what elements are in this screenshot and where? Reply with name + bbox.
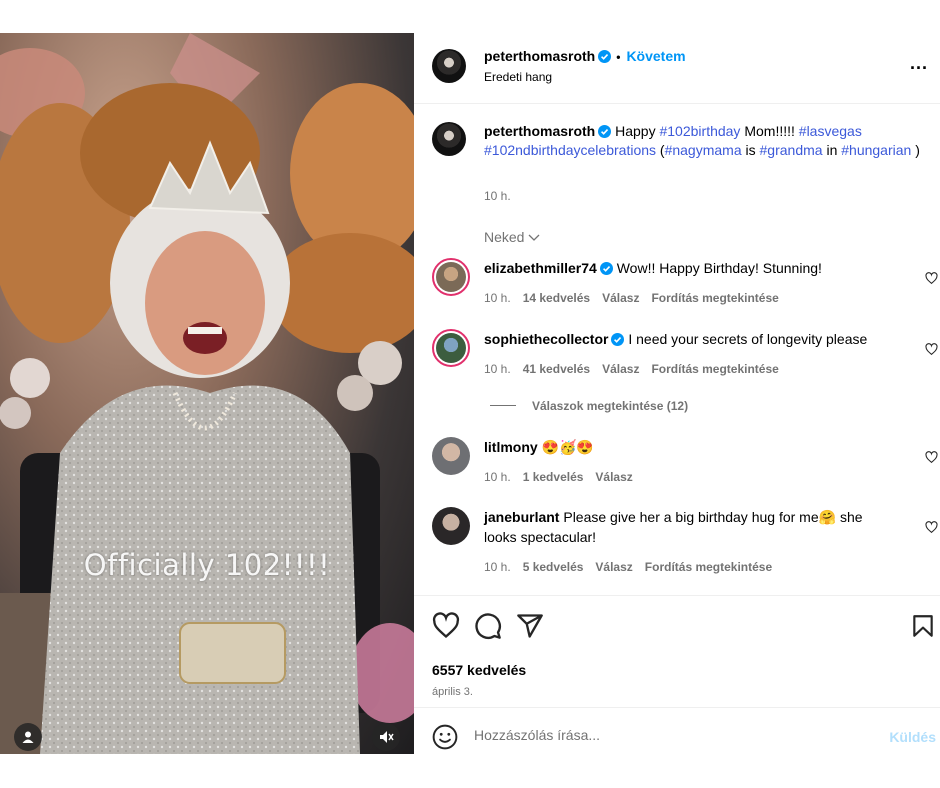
caption-text-segment: ( [656, 142, 665, 158]
translate-button[interactable]: Fordítás megtekintése [651, 362, 778, 376]
reply-button[interactable]: Válasz [602, 362, 639, 376]
comment-body: 😍🥳😍 [541, 439, 594, 455]
caption-text-segment: ) [911, 142, 920, 158]
sort-label: Neked [484, 229, 525, 245]
post-date[interactable]: április 3. [432, 686, 473, 698]
post-header: peterthomasroth • Követem Eredeti hang ... [414, 33, 940, 104]
hashtag-link[interactable]: #102ndbirthdaycelebrations [484, 142, 656, 158]
post-comment-button[interactable]: Küldés [889, 729, 936, 745]
emoji-icon[interactable] [432, 724, 458, 750]
post-details-pane: peterthomasroth • Követem Eredeti hang ...… [414, 33, 940, 754]
replies-divider [490, 405, 516, 406]
comment-composer: Küldés [414, 707, 940, 754]
comment-icon[interactable] [474, 612, 502, 640]
comment-likes[interactable]: 5 kedvelés [523, 560, 584, 574]
hashtag-link[interactable]: #lasvegas [799, 123, 862, 139]
comment-username[interactable]: sophiethecollector [484, 331, 608, 347]
caption-text: peterthomasroth Happy #102birthday Mom!!… [484, 122, 934, 160]
comment-likes[interactable]: 1 kedvelés [523, 470, 584, 484]
tagged-users-button[interactable] [14, 723, 42, 751]
view-replies-label: Válaszok megtekintése (12) [532, 399, 689, 413]
follow-button[interactable]: Követem [626, 48, 685, 64]
comment-username[interactable]: janeburlant [484, 509, 559, 525]
avatar[interactable] [432, 507, 470, 545]
instagram-post-view: Officially 102!!!! peterthomasroth • Követ… [0, 0, 940, 788]
bookmark-icon[interactable] [910, 612, 936, 640]
caption-text-segment: in [822, 142, 842, 158]
author-username[interactable]: peterthomasroth [484, 48, 595, 64]
like-comment-icon[interactable] [925, 521, 938, 534]
comment-likes[interactable]: 14 kedvelés [523, 291, 590, 305]
translate-button[interactable]: Fordítás megtekintése [645, 560, 772, 574]
like-comment-icon[interactable] [925, 343, 938, 356]
comment-text: janeburlant Please give her a big birthd… [484, 507, 884, 547]
comment-sort-dropdown[interactable]: Neked [484, 229, 540, 245]
comment-text: litlmony 😍🥳😍 [484, 437, 884, 457]
comment-text: sophiethecollector I need your secrets o… [484, 329, 884, 349]
likes-count[interactable]: 6557 kedvelés [432, 662, 526, 678]
avatar[interactable] [432, 49, 466, 83]
avatar[interactable] [432, 122, 466, 156]
verified-badge-icon [598, 125, 612, 138]
reply-button[interactable]: Válasz [602, 291, 639, 305]
birthday-photo [0, 33, 414, 754]
comment-body: I need your secrets of longevity please [628, 331, 868, 347]
avatar[interactable] [432, 437, 470, 475]
share-icon[interactable] [516, 612, 544, 640]
verified-badge-icon [599, 262, 613, 275]
comment-meta: 10 h. 14 kedvelés Válasz Fordítás megtekint… [484, 291, 779, 305]
comment-username[interactable]: litlmony [484, 439, 538, 455]
reply-button[interactable]: Válasz [595, 560, 632, 574]
author-line: peterthomasroth • Követem [484, 48, 686, 64]
hashtag-link[interactable]: #grandma [760, 142, 823, 158]
comment-meta: 10 h. 5 kedvelés Válasz Fordítás megtekinté… [484, 560, 772, 574]
avatar[interactable] [432, 258, 470, 296]
caption-username[interactable]: peterthomasroth [484, 123, 595, 139]
hashtag-link[interactable]: #102birthday [659, 123, 740, 139]
verified-badge-icon [611, 333, 625, 346]
comment-time[interactable]: 10 h. [484, 470, 511, 484]
hashtag-link[interactable]: #hungarian [841, 142, 911, 158]
more-options-icon[interactable]: ... [910, 53, 928, 74]
like-comment-icon[interactable] [925, 272, 938, 285]
post-actions: 6557 kedvelés április 3. [414, 595, 940, 707]
comment-username[interactable]: elizabethmiller74 [484, 260, 597, 276]
video-caption-overlay: Officially 102!!!! [83, 548, 331, 582]
hashtag-link[interactable]: #nagymama [665, 142, 742, 158]
comment-time[interactable]: 10 h. [484, 560, 511, 574]
comment-time[interactable]: 10 h. [484, 291, 511, 305]
comment-body: Wow!! Happy Birthday! Stunning! [616, 260, 822, 276]
caption-text-segment: Happy [615, 123, 660, 139]
translate-button[interactable]: Fordítás megtekintése [651, 291, 778, 305]
caption-timestamp[interactable]: 10 h. [484, 189, 511, 203]
verified-badge-icon [598, 50, 612, 63]
comment-text: elizabethmiller74 Wow!! Happy Birthday! … [484, 258, 884, 278]
comment-meta: 10 h. 1 kedvelés Válasz [484, 470, 633, 484]
comment-meta: 10 h. 41 kedvelés Válasz Fordítás megtekint… [484, 362, 779, 376]
speaker-muted-icon [380, 731, 394, 743]
caption-text-segment: is [741, 142, 760, 158]
caption-text-segment: Mom!!!!! [740, 123, 799, 139]
reply-button[interactable]: Válasz [595, 470, 632, 484]
like-comment-icon[interactable] [925, 451, 938, 464]
user-icon [22, 731, 34, 743]
like-icon[interactable] [432, 612, 460, 640]
mute-button[interactable] [372, 723, 400, 751]
chevron-down-icon [528, 234, 540, 241]
comment-input[interactable] [474, 727, 854, 743]
comment-time[interactable]: 10 h. [484, 362, 511, 376]
avatar[interactable] [432, 329, 470, 367]
view-replies-button[interactable]: Válaszok megtekintése (12) [490, 399, 688, 413]
separator-dot: • [616, 50, 621, 64]
comment-likes[interactable]: 41 kedvelés [523, 362, 590, 376]
audio-label[interactable]: Eredeti hang [484, 70, 552, 84]
post-media[interactable]: Officially 102!!!! [0, 33, 414, 754]
